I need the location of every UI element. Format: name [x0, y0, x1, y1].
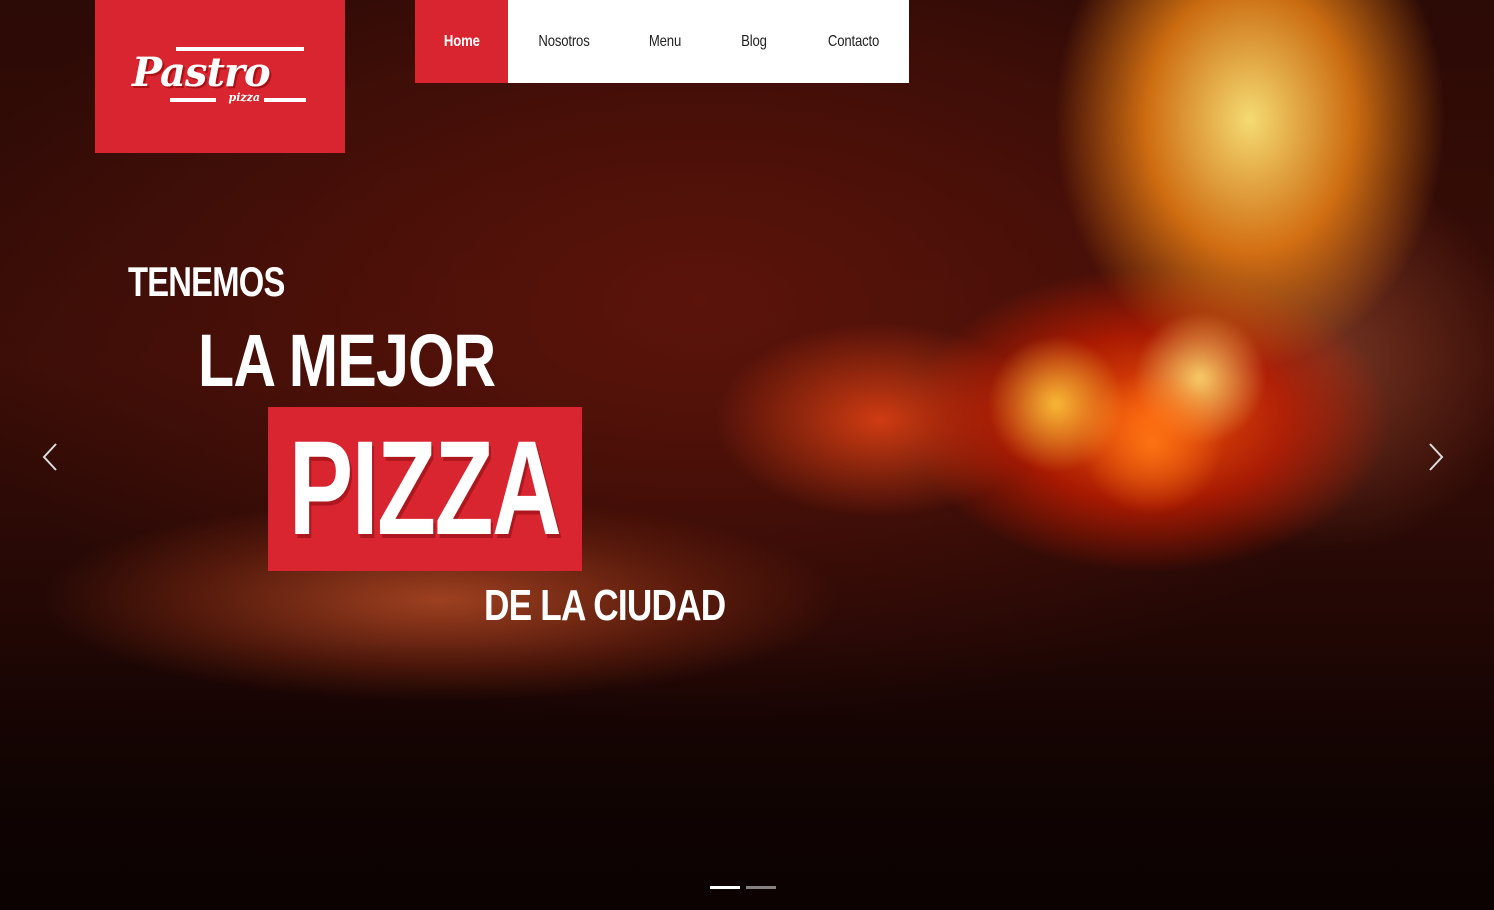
nav-item-blog[interactable]: Blog: [718, 0, 790, 83]
carousel-next-button[interactable]: [1419, 440, 1453, 474]
chevron-left-icon: [42, 443, 57, 471]
main-nav: Home Nosotros Menu Blog Contacto: [415, 0, 909, 83]
hero-line-tenemos: TENEMOS: [128, 258, 285, 305]
nav-item-contacto[interactable]: Contacto: [808, 0, 899, 83]
carousel-indicator-2[interactable]: [746, 886, 776, 889]
carousel-indicator-1[interactable]: [710, 886, 740, 889]
chevron-right-icon: [1429, 443, 1444, 471]
logo-top-rule: [176, 46, 304, 51]
bottom-shade: [0, 640, 1494, 910]
carousel-prev-button[interactable]: [33, 440, 67, 474]
nav-item-nosotros[interactable]: Nosotros: [518, 0, 610, 83]
logo-mark: Pastro pizza: [132, 46, 308, 107]
logo-bottom-rule-left: [170, 97, 216, 102]
nav-item-home-label: Home: [443, 32, 480, 50]
logo-bottom-rule-right: [264, 97, 306, 102]
carousel-indicators: [710, 886, 776, 889]
nav-item-home[interactable]: Home: [415, 0, 508, 83]
logo-tagline: pizza: [228, 90, 261, 104]
hero-line-pizza: PIZZA: [289, 414, 562, 563]
hero-line-la-mejor: LA MEJOR: [198, 319, 496, 402]
logo-wordmark: Pastro: [132, 48, 271, 96]
nav-item-menu[interactable]: Menu: [628, 0, 702, 83]
logo[interactable]: Pastro pizza: [95, 0, 345, 153]
fire-glow: [960, 300, 1280, 560]
hero-highlight-box: PIZZA: [268, 407, 582, 571]
hero-line-de-la-ciudad: DE LA CIUDAD: [484, 581, 726, 630]
